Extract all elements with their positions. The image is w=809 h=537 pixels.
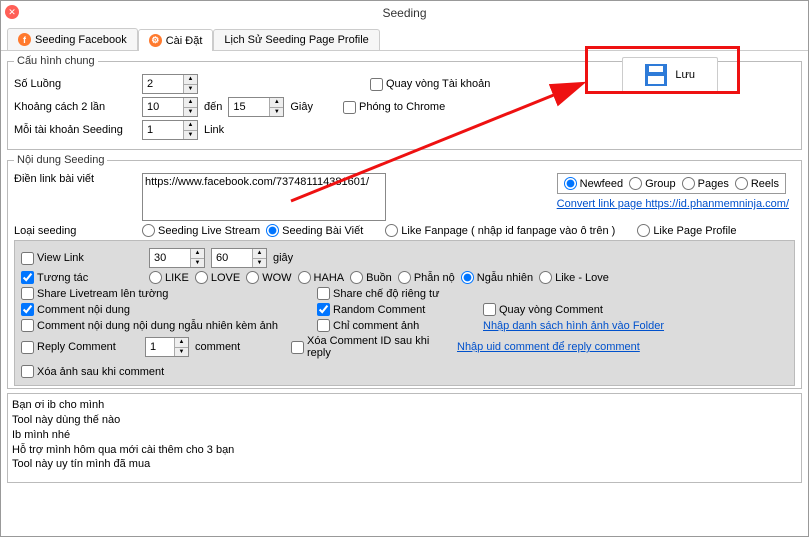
label-post-link: Điền link bài viết — [14, 173, 136, 185]
threads-input[interactable] — [143, 75, 183, 93]
tab-seeding-facebook[interactable]: f Seeding Facebook — [7, 28, 138, 50]
tab-label: Seeding Facebook — [35, 34, 127, 46]
tab-bar: f Seeding Facebook ⚙ Cài Đặt Lịch Sử See… — [1, 25, 808, 51]
list-item: Hỗ trợ mình hôm qua mới cài thêm cho 3 b… — [12, 443, 797, 458]
legend-content: Nội dung Seeding — [14, 154, 107, 166]
save-icon — [645, 64, 667, 86]
radio-haha[interactable]: HAHA — [298, 271, 345, 284]
radio-seeding-post[interactable]: Seeding Bài Viết — [266, 224, 363, 237]
save-label: Lưu — [675, 69, 695, 81]
label-threads: Số Luồng — [14, 78, 136, 90]
spin-down-icon[interactable]: ▼ — [184, 85, 197, 94]
list-item: Tool này uy tín mình đã mua — [12, 457, 797, 472]
options-panel: View Link ▲▼ ▲▼ giây Tương tác LIKE LOVE… — [14, 240, 795, 386]
radio-newfeed[interactable]: Newfeed — [564, 177, 623, 190]
gear-icon: ⚙ — [149, 34, 162, 47]
app-window: ✕ Seeding f Seeding Facebook ⚙ Cài Đặt L… — [0, 0, 809, 537]
post-link-input[interactable]: https://www.facebook.com/737481114381601… — [142, 173, 386, 221]
facebook-icon: f — [18, 33, 31, 46]
checkbox-delete-image-after[interactable]: Xóa ảnh sau khi comment — [21, 365, 164, 378]
label-seconds: Giây — [290, 101, 313, 113]
close-icon[interactable]: ✕ — [5, 5, 19, 19]
radio-pages[interactable]: Pages — [682, 177, 729, 190]
gap-from-stepper[interactable]: ▲▼ — [142, 97, 198, 117]
checkbox-react[interactable]: Tương tác — [21, 271, 143, 284]
spin-up-icon[interactable]: ▲ — [184, 75, 197, 85]
save-button[interactable]: Lưu — [622, 57, 718, 93]
convert-link[interactable]: Convert link page https://id.phanmemninj… — [557, 198, 789, 210]
threads-stepper[interactable]: ▲▼ — [142, 74, 198, 94]
list-item: Bạn ơi ib cho mình — [12, 398, 797, 413]
window-title: Seeding — [382, 6, 426, 20]
view-to-stepper[interactable]: ▲▼ — [211, 248, 267, 268]
radio-like-fanpage[interactable]: Like Fanpage ( nhập id fanpage vào ô trê… — [385, 224, 615, 237]
per-account-stepper[interactable]: ▲▼ — [142, 120, 198, 140]
tab-label: Lịch Sử Seeding Page Profile — [224, 34, 368, 46]
title-bar: ✕ Seeding — [1, 1, 808, 25]
radio-reels[interactable]: Reels — [735, 177, 779, 190]
radio-like-love[interactable]: Like - Love — [539, 271, 609, 284]
radio-angry[interactable]: Phẫn nộ — [398, 271, 455, 284]
comment-content-box[interactable]: Bạn ơi ib cho mình Tool này dùng thế nào… — [7, 393, 802, 483]
gap-to-stepper[interactable]: ▲▼ — [228, 97, 284, 117]
radio-love[interactable]: LOVE — [195, 271, 240, 284]
tab-history[interactable]: Lịch Sử Seeding Page Profile — [213, 29, 379, 50]
list-item: Tool này dùng thế nào — [12, 413, 797, 428]
checkbox-loop-account[interactable]: Quay vòng Tài khoản — [370, 78, 490, 91]
label-per-account: Mỗi tài khoản Seeding — [14, 124, 136, 136]
radio-sad[interactable]: Buồn — [350, 271, 392, 284]
checkbox-random-comment[interactable]: Random Comment — [317, 303, 477, 316]
link-image-folder[interactable]: Nhập danh sách hình ảnh vào Folder — [483, 320, 664, 332]
checkbox-delete-after-reply[interactable]: Xóa Comment ID sau khi reply — [291, 335, 451, 359]
view-from-stepper[interactable]: ▲▼ — [149, 248, 205, 268]
legend-general: Cấu hình chung — [14, 55, 98, 67]
group-seeding-content: Nội dung Seeding Điền link bài viết http… — [7, 154, 802, 389]
checkbox-comment[interactable]: Comment nội dung — [21, 303, 311, 316]
radio-live-stream[interactable]: Seeding Live Stream — [142, 224, 260, 237]
checkbox-reply-comment[interactable]: Reply Comment — [21, 341, 139, 354]
checkbox-comment-with-image[interactable]: Comment nội dung nội dung ngẫu nhiên kèm… — [21, 319, 311, 332]
label-to: đến — [204, 101, 222, 113]
source-radio-group: Newfeed Group Pages Reels — [557, 173, 786, 194]
checkbox-loop-comment[interactable]: Quay vòng Comment — [483, 303, 603, 316]
reply-count-stepper[interactable]: ▲▼ — [145, 337, 189, 357]
label-comment-unit: comment — [195, 341, 285, 353]
radio-group[interactable]: Group — [629, 177, 676, 190]
checkbox-share-private[interactable]: Share chế độ riêng tư — [317, 287, 439, 300]
radio-random[interactable]: Ngẫu nhiên — [461, 271, 533, 284]
checkbox-big-chrome[interactable]: Phóng to Chrome — [343, 101, 445, 114]
tab-label: Cài Đặt — [166, 35, 203, 47]
link-reply-uid[interactable]: Nhập uid comment để reply comment — [457, 341, 640, 353]
label-seeding-type: Loại seeding — [14, 225, 136, 237]
checkbox-image-only[interactable]: Chỉ comment ảnh — [317, 319, 477, 332]
checkbox-view-link[interactable]: View Link — [21, 252, 143, 265]
radio-like[interactable]: LIKE — [149, 271, 189, 284]
label-link: Link — [204, 124, 224, 136]
radio-like-page-profile[interactable]: Like Page Profile — [637, 224, 736, 237]
label-sec: giây — [273, 252, 293, 264]
list-item: Ib mình nhé — [12, 428, 797, 443]
tab-settings[interactable]: ⚙ Cài Đặt — [138, 29, 214, 51]
label-gap: Khoảng cách 2 lần — [14, 101, 136, 113]
radio-wow[interactable]: WOW — [246, 271, 291, 284]
checkbox-share-wall[interactable]: Share Livetream lên tường — [21, 287, 311, 300]
